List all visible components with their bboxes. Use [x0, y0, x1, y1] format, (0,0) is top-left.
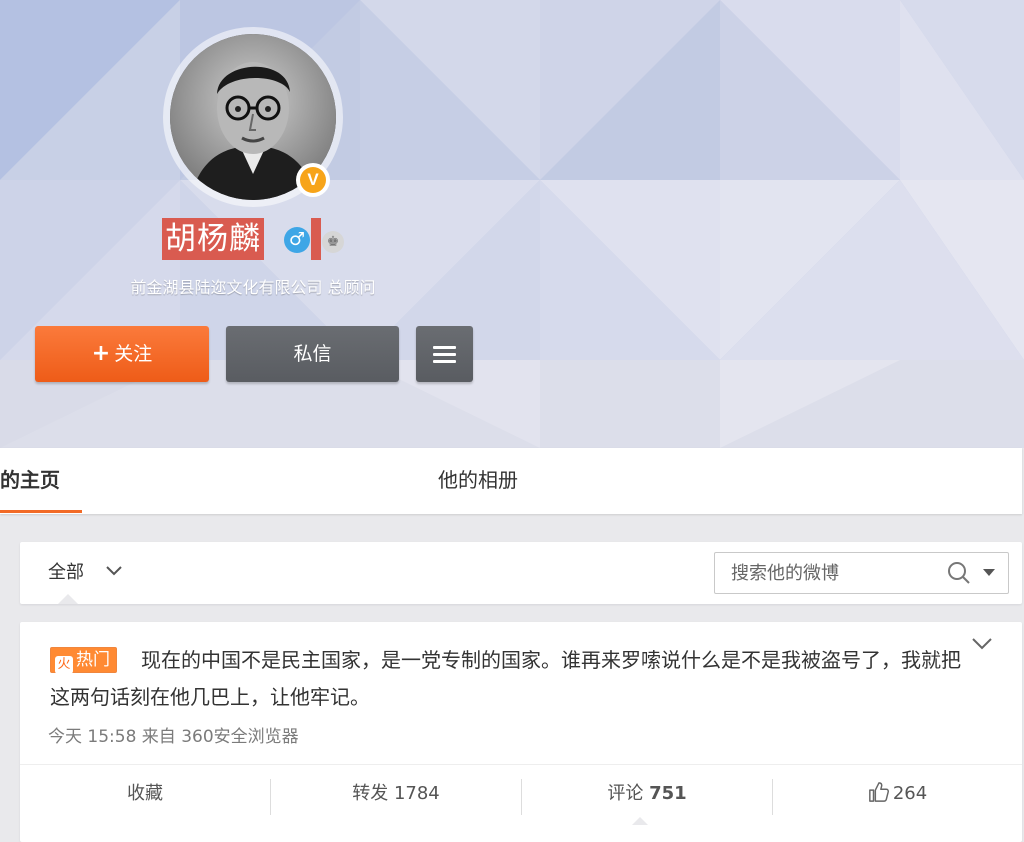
search-box: [714, 552, 1009, 594]
more-menu-button[interactable]: [416, 326, 473, 382]
repost-button[interactable]: 转发 1784: [271, 765, 521, 823]
username: 胡杨麟: [162, 218, 264, 260]
like-count: 264: [892, 783, 928, 804]
tab-album[interactable]: 他的相册: [438, 448, 518, 514]
search-input[interactable]: [715, 553, 951, 593]
user-title: 前金湖县陆迩文化有限公司 总顾问: [130, 278, 376, 297]
profile-tab-bar: 的主页 他的相册: [0, 448, 1022, 514]
follow-label: 关注: [114, 343, 153, 365]
comment-pointer: [632, 817, 648, 825]
comment-count: 751: [649, 783, 687, 804]
favorite-button[interactable]: 收藏: [20, 765, 270, 823]
message-button[interactable]: 私信: [226, 326, 399, 382]
post-options-chevron-icon[interactable]: [972, 634, 992, 655]
verified-badge-icon: V: [296, 163, 330, 197]
like-button[interactable]: 264: [773, 765, 1022, 823]
name-highlight-mark: [311, 218, 321, 260]
comment-label: 评论: [607, 783, 650, 804]
male-gender-icon: ♂: [284, 227, 310, 253]
feed-filter-bar: 全部: [20, 542, 1022, 604]
plus-icon: +: [91, 341, 111, 366]
crown-icon[interactable]: ♚: [322, 231, 344, 253]
hamburger-menu-icon: [433, 346, 456, 367]
thumbs-up-icon: [868, 782, 889, 802]
search-icon[interactable]: [947, 561, 971, 585]
tab-home[interactable]: 的主页: [0, 448, 80, 514]
weibo-post: 火热门 现在的中国不是民主国家，是一党专制的国家。谁再来罗嗦说什么是不是我被盗号…: [20, 622, 1022, 842]
post-meta: 今天 15:58 来自 360安全浏览器: [48, 727, 299, 747]
search-dropdown-arrow-icon[interactable]: [983, 569, 995, 576]
chevron-down-icon[interactable]: [106, 562, 122, 580]
filter-pointer: [58, 594, 78, 604]
verified-badge-mark: V: [300, 167, 326, 193]
post-action-bar: 收藏 转发 1784 评论 751 264: [20, 764, 1022, 825]
comment-button[interactable]: 评论 751: [522, 765, 772, 823]
post-text: 现在的中国不是民主国家，是一党专制的国家。谁再来罗嗦说什么是不是我被盗号了，我就…: [50, 648, 961, 709]
active-tab-indicator: [0, 510, 82, 513]
follow-button[interactable]: + 关注: [35, 326, 209, 382]
profile-cover: V 胡杨麟 ♂ ♚ 前金湖县陆迩文化有限公司 总顾问 + 关注 私信: [0, 0, 1024, 448]
